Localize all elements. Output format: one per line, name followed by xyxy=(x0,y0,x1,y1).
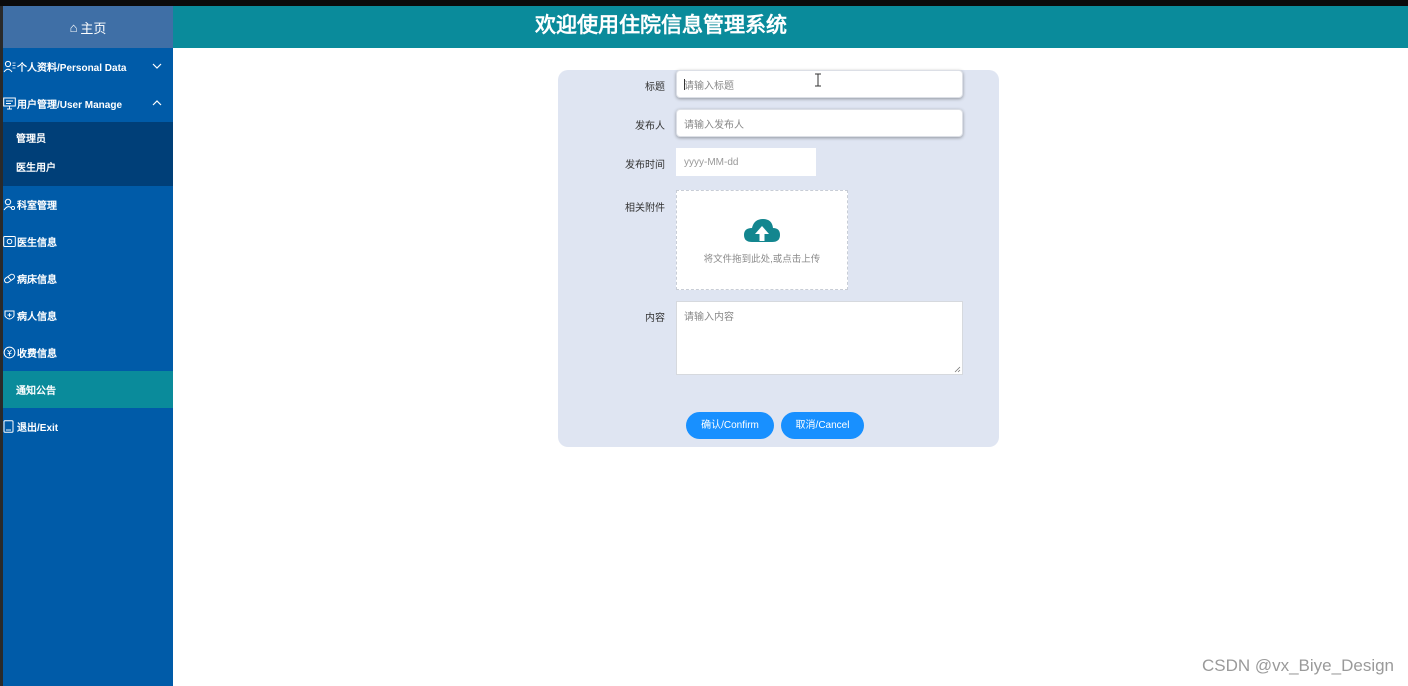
sidebar-item-doctor-info[interactable]: 医生信息 xyxy=(3,223,173,260)
notice-form: 标题 请输入标题 发布人 请输入发布人 发布时间 yyyy-MM-dd 相关附件… xyxy=(558,70,999,447)
attachment-label: 相关附件 xyxy=(625,203,665,214)
sidebar-item-label: 用户管理/User Manage xyxy=(17,100,123,111)
upload-dropzone[interactable]: 将文件拖到此处,或点击上传 xyxy=(676,190,848,290)
chevron-up-icon xyxy=(152,100,162,106)
page-title: 欢迎使用住院信息管理系统 xyxy=(535,14,787,37)
sidebar-item-label: 收费信息 xyxy=(17,349,57,360)
content-textarea[interactable]: 请输入内容 xyxy=(676,301,963,375)
date-placeholder: yyyy-MM-dd xyxy=(684,156,739,168)
home-link[interactable]: ⌂ 主页 xyxy=(3,6,173,48)
sidebar-item-label: 病人信息 xyxy=(17,312,57,323)
confirm-button[interactable]: 确认/Confirm xyxy=(686,412,774,439)
publisher-label: 发布人 xyxy=(635,121,665,132)
sidebar-item-exit[interactable]: 退出/Exit xyxy=(3,408,173,445)
user-manage-submenu: 管理员 医生用户 xyxy=(3,122,173,186)
sidebar-item-department[interactable]: 科室管理 xyxy=(3,186,173,223)
sidebar-subitem-admin[interactable]: 管理员 xyxy=(3,125,173,154)
text-caret xyxy=(684,79,685,90)
time-label: 发布时间 xyxy=(625,160,665,171)
publish-date-input[interactable]: yyyy-MM-dd xyxy=(676,148,816,176)
bed-bandage-icon xyxy=(3,272,16,285)
watermark: CSDN @vx_Biye_Design xyxy=(1201,656,1394,675)
sidebar: 个人资料/Personal Data 用户管理/User Manage 管理员 … xyxy=(3,48,173,686)
publisher-input[interactable]: 请输入发布人 xyxy=(676,109,963,137)
content-placeholder: 请输入内容 xyxy=(684,312,734,323)
sidebar-item-label: 医生信息 xyxy=(17,238,57,249)
upload-hint: 将文件拖到此处,或点击上传 xyxy=(703,253,821,265)
user-settings-icon xyxy=(3,60,16,73)
app-header: ⌂ 主页 欢迎使用住院信息管理系统 xyxy=(3,6,1408,48)
resize-handle-icon[interactable] xyxy=(954,366,961,373)
sidebar-item-fee-info[interactable]: 收费信息 xyxy=(3,334,173,371)
content-label: 内容 xyxy=(645,313,665,324)
home-icon: ⌂ xyxy=(69,19,78,35)
sidebar-item-user-manage[interactable]: 用户管理/User Manage xyxy=(3,85,173,122)
sidebar-item-label: 病床信息 xyxy=(17,275,57,286)
sidebar-item-label: 个人资料/Personal Data xyxy=(17,63,127,74)
chevron-down-icon xyxy=(152,63,162,69)
sidebar-item-label: 科室管理 xyxy=(17,201,57,212)
coin-icon xyxy=(3,346,16,359)
sidebar-item-patient-info[interactable]: 病人信息 xyxy=(3,297,173,334)
sidebar-subitem-doctor-users[interactable]: 医生用户 xyxy=(3,154,173,183)
person-search-icon xyxy=(3,198,16,211)
sidebar-item-bed-info[interactable]: 病床信息 xyxy=(3,260,173,297)
text-cursor-icon xyxy=(815,73,821,87)
doctor-card-icon xyxy=(3,235,16,248)
cloud-upload-icon xyxy=(744,218,780,242)
sidebar-item-label: 退出/Exit xyxy=(17,423,59,434)
sidebar-item-label: 通知公告 xyxy=(16,386,56,397)
patient-icon xyxy=(3,309,16,322)
sidebar-item-notice[interactable]: 通知公告 xyxy=(3,371,173,408)
title-placeholder: 请输入标题 xyxy=(684,80,734,92)
cancel-button[interactable]: 取消/Cancel xyxy=(781,412,864,439)
home-label: 主页 xyxy=(80,20,107,36)
exit-icon xyxy=(3,420,16,433)
monitor-icon xyxy=(3,97,16,110)
title-label: 标题 xyxy=(645,82,665,93)
publisher-placeholder: 请输入发布人 xyxy=(684,119,744,131)
sidebar-item-personal-data[interactable]: 个人资料/Personal Data xyxy=(3,48,173,85)
